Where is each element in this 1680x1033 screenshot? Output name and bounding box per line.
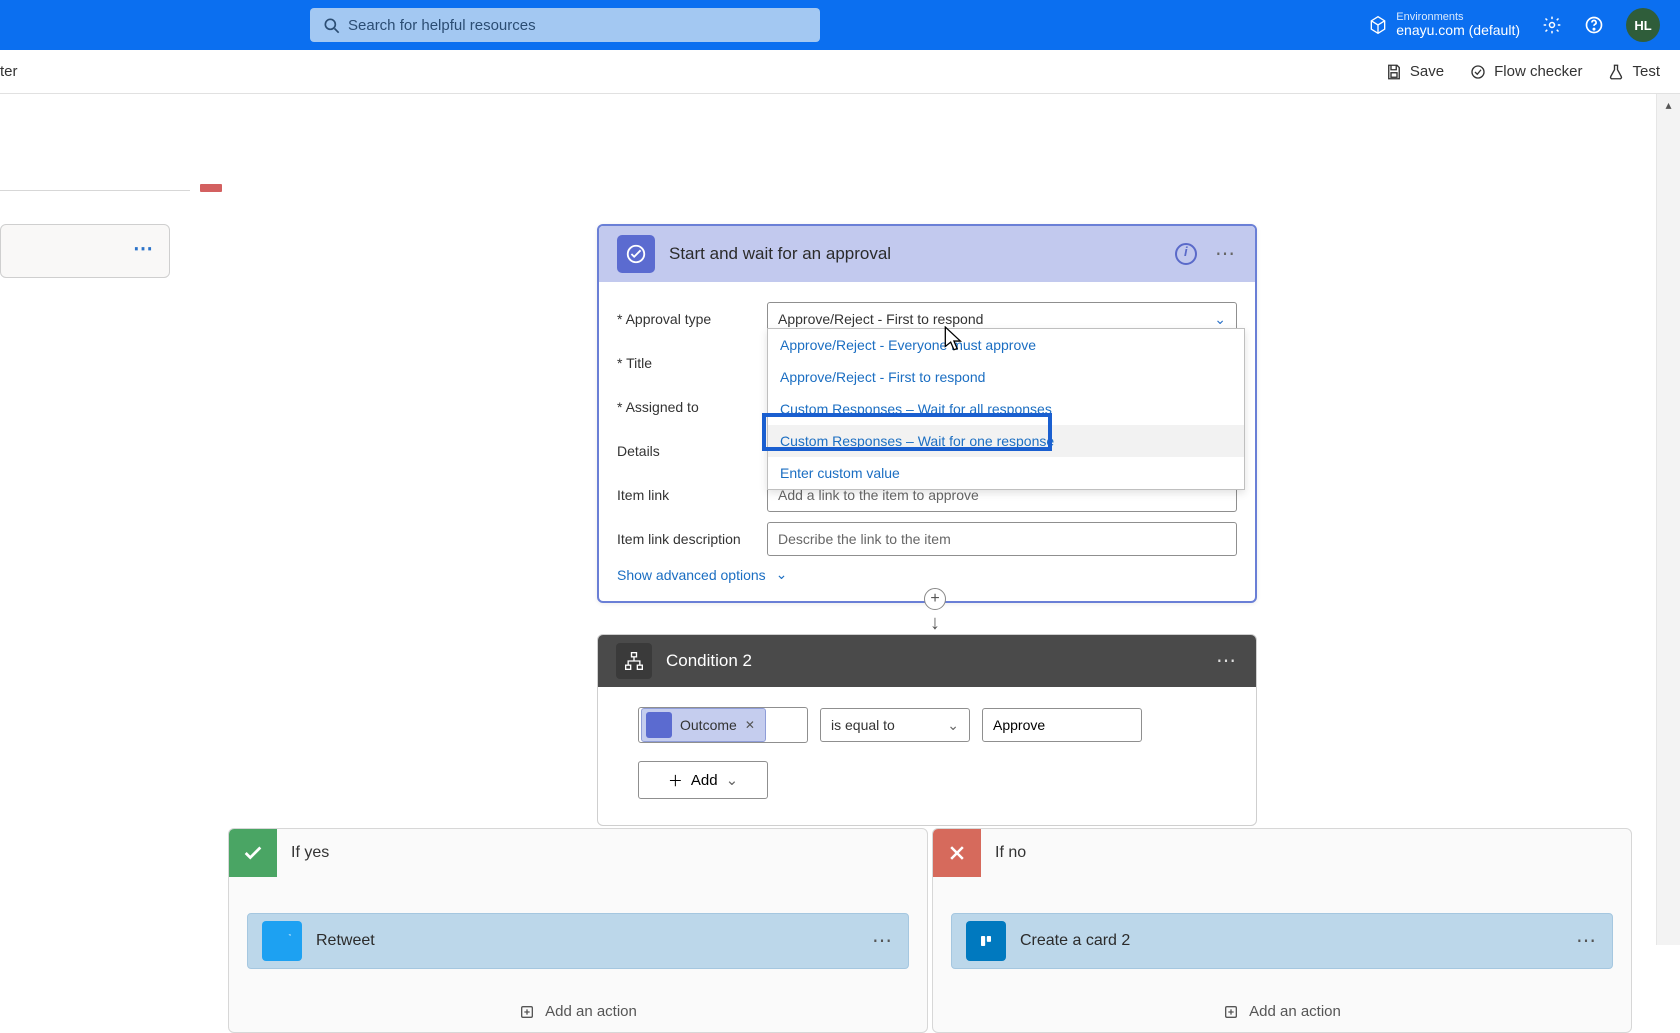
condition-card-title: Condition 2 xyxy=(666,651,752,671)
add-label: Add xyxy=(691,772,718,789)
add-action-icon xyxy=(1223,1004,1239,1020)
approval-type-dropdown[interactable]: Approve/Reject - Everyone must approve A… xyxy=(767,328,1245,490)
plus-icon: ＋ xyxy=(668,770,683,791)
token-label: Outcome xyxy=(680,717,737,733)
prior-step-tab xyxy=(200,184,222,192)
condition-card[interactable]: Condition 2 ⋯ Outcome ✕ is equal to ⌄ Ap… xyxy=(597,634,1257,826)
environment-name: enayu.com (default) xyxy=(1396,23,1520,38)
more-menu-icon[interactable]: ⋯ xyxy=(133,239,155,259)
add-condition-button[interactable]: ＋ Add ⌄ xyxy=(638,761,768,799)
more-menu-icon[interactable]: ⋯ xyxy=(872,931,894,951)
advanced-options-label: Show advanced options xyxy=(617,567,766,583)
flow-connector: + ↓ xyxy=(925,588,945,635)
condition-right-operand[interactable]: Approve xyxy=(982,708,1142,742)
info-icon[interactable] xyxy=(1175,243,1197,265)
details-label: Details xyxy=(617,443,767,459)
close-icon xyxy=(933,829,981,877)
create-card-action[interactable]: Create a card 2 ⋯ xyxy=(951,913,1613,969)
add-action-button[interactable]: Add an action xyxy=(229,1003,927,1020)
condition-operator-select[interactable]: is equal to ⌄ xyxy=(820,708,970,742)
add-action-button[interactable]: Add an action xyxy=(933,1003,1631,1020)
check-icon xyxy=(229,829,277,877)
top-bar: Environments enayu.com (default) HL xyxy=(0,0,1680,50)
approval-type-label: Approval type xyxy=(617,311,767,327)
retweet-action-card[interactable]: Retweet ⋯ xyxy=(247,913,909,969)
dropdown-option[interactable]: Custom Responses – Wait for one response xyxy=(768,425,1244,457)
if-no-label: If no xyxy=(995,844,1026,862)
help-icon[interactable] xyxy=(1584,15,1604,35)
environment-label: Environments xyxy=(1396,11,1520,23)
approval-card-title: Start and wait for an approval xyxy=(669,244,891,264)
item-link-desc-input[interactable]: Describe the link to the item xyxy=(767,522,1237,556)
chevron-down-icon: ⌄ xyxy=(947,717,959,734)
flow-checker-button[interactable]: Flow checker xyxy=(1469,63,1582,81)
breadcrumb-fragment: ter xyxy=(0,63,18,80)
search-icon xyxy=(322,16,342,36)
scroll-up-icon[interactable]: ▴ xyxy=(1657,94,1680,116)
more-menu-icon[interactable]: ⋯ xyxy=(1576,931,1598,951)
outcome-token[interactable]: Outcome ✕ xyxy=(641,708,766,742)
divider xyxy=(0,190,190,191)
test-button[interactable]: Test xyxy=(1607,63,1660,81)
flow-checker-icon xyxy=(1469,63,1487,81)
action-title: Retweet xyxy=(316,932,375,950)
if-no-branch: If no Create a card 2 ⋯ Add an action xyxy=(932,828,1632,1033)
remove-token-icon[interactable]: ✕ xyxy=(745,718,755,732)
chevron-down-icon: ⌄ xyxy=(1214,311,1226,328)
dropdown-option-custom[interactable]: Enter custom value xyxy=(768,457,1244,489)
environment-picker[interactable]: Environments enayu.com (default) xyxy=(1368,11,1520,38)
approval-action-card[interactable]: Start and wait for an approval ⋯ Approva… xyxy=(597,224,1257,603)
add-step-button[interactable]: + xyxy=(924,588,946,610)
approvals-icon xyxy=(617,235,655,273)
approval-card-header[interactable]: Start and wait for an approval ⋯ xyxy=(599,226,1255,282)
title-field-label: Title xyxy=(617,355,767,371)
if-yes-label: If yes xyxy=(291,844,329,862)
global-search[interactable] xyxy=(310,8,820,42)
avatar[interactable]: HL xyxy=(1626,8,1660,42)
dropdown-option[interactable]: Approve/Reject - Everyone must approve xyxy=(768,329,1244,361)
condition-left-operand[interactable]: Outcome ✕ xyxy=(638,707,808,743)
item-link-label: Item link xyxy=(617,487,767,503)
settings-icon[interactable] xyxy=(1542,15,1562,35)
test-label: Test xyxy=(1632,63,1660,80)
environment-icon xyxy=(1368,15,1388,35)
condition-card-header[interactable]: Condition 2 ⋯ xyxy=(598,635,1256,687)
condition-icon xyxy=(616,643,652,679)
command-bar: ter Save Flow checker Test xyxy=(0,50,1680,94)
flow-canvas[interactable]: ⋯ Start and wait for an approval ⋯ Appro… xyxy=(0,94,1656,945)
approval-type-value: Approve/Reject - First to respond xyxy=(778,311,983,327)
trello-icon xyxy=(966,921,1006,961)
prior-step-card[interactable]: ⋯ xyxy=(0,224,170,278)
show-advanced-options[interactable]: Show advanced options ⌄ xyxy=(617,566,1237,583)
chevron-down-icon: ⌄ xyxy=(726,771,739,789)
flow-checker-label: Flow checker xyxy=(1494,63,1582,80)
vertical-scrollbar[interactable]: ▴ xyxy=(1656,94,1680,945)
approvals-icon xyxy=(646,712,672,738)
action-title: Create a card 2 xyxy=(1020,932,1130,950)
more-menu-icon[interactable]: ⋯ xyxy=(1215,244,1237,264)
save-label: Save xyxy=(1410,63,1444,80)
chevron-down-icon: ⌄ xyxy=(776,566,788,583)
search-input[interactable] xyxy=(310,8,820,42)
more-menu-icon[interactable]: ⋯ xyxy=(1216,651,1238,671)
test-icon xyxy=(1607,63,1625,81)
operator-value: is equal to xyxy=(831,717,895,733)
twitter-icon xyxy=(262,921,302,961)
assigned-to-label: Assigned to xyxy=(617,399,767,415)
arrow-down-icon: ↓ xyxy=(930,612,940,635)
add-action-icon xyxy=(519,1004,535,1020)
add-action-label: Add an action xyxy=(545,1003,637,1020)
save-icon xyxy=(1385,63,1403,81)
dropdown-option[interactable]: Custom Responses – Wait for all response… xyxy=(768,393,1244,425)
if-yes-branch: If yes Retweet ⋯ Add an action xyxy=(228,828,928,1033)
item-link-desc-label: Item link description xyxy=(617,531,767,547)
save-button[interactable]: Save xyxy=(1385,63,1444,81)
dropdown-option[interactable]: Approve/Reject - First to respond xyxy=(768,361,1244,393)
add-action-label: Add an action xyxy=(1249,1003,1341,1020)
